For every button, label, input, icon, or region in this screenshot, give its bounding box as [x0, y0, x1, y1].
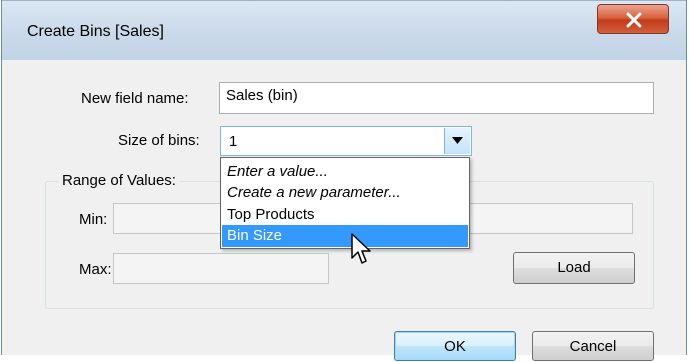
dropdown-arrow-button[interactable]: [444, 128, 470, 154]
field-name-input[interactable]: Sales (bin): [219, 82, 654, 114]
max-input[interactable]: [113, 253, 329, 284]
size-of-bins-combobox[interactable]: 1: [220, 126, 472, 156]
size-of-bins-dropdown-list: Enter a value... Create a new parameter.…: [220, 157, 470, 249]
close-icon: [626, 12, 642, 28]
dropdown-item-bin-size[interactable]: Bin Size: [222, 225, 468, 247]
size-of-bins-value: 1: [229, 133, 238, 150]
close-button[interactable]: [597, 4, 669, 34]
title-bar: Create Bins [Sales]: [2, 0, 686, 61]
size-of-bins-label: Size of bins:: [118, 132, 200, 149]
load-button[interactable]: Load: [513, 252, 635, 284]
chevron-down-icon: [452, 137, 463, 144]
cancel-button[interactable]: Cancel: [532, 331, 654, 361]
mouse-pointer-icon: [351, 233, 371, 264]
window-title: Create Bins [Sales]: [27, 23, 164, 40]
max-label: Max:: [79, 261, 112, 278]
range-of-values-label: Range of Values:: [58, 172, 180, 189]
dropdown-item-top-products[interactable]: Top Products: [222, 204, 468, 226]
ok-button[interactable]: OK: [394, 331, 516, 361]
field-name-label: New field name:: [81, 90, 189, 107]
dropdown-item-enter-value[interactable]: Enter a value...: [222, 161, 468, 183]
min-label: Min:: [79, 211, 108, 228]
dropdown-item-create-parameter[interactable]: Create a new parameter...: [222, 182, 468, 204]
